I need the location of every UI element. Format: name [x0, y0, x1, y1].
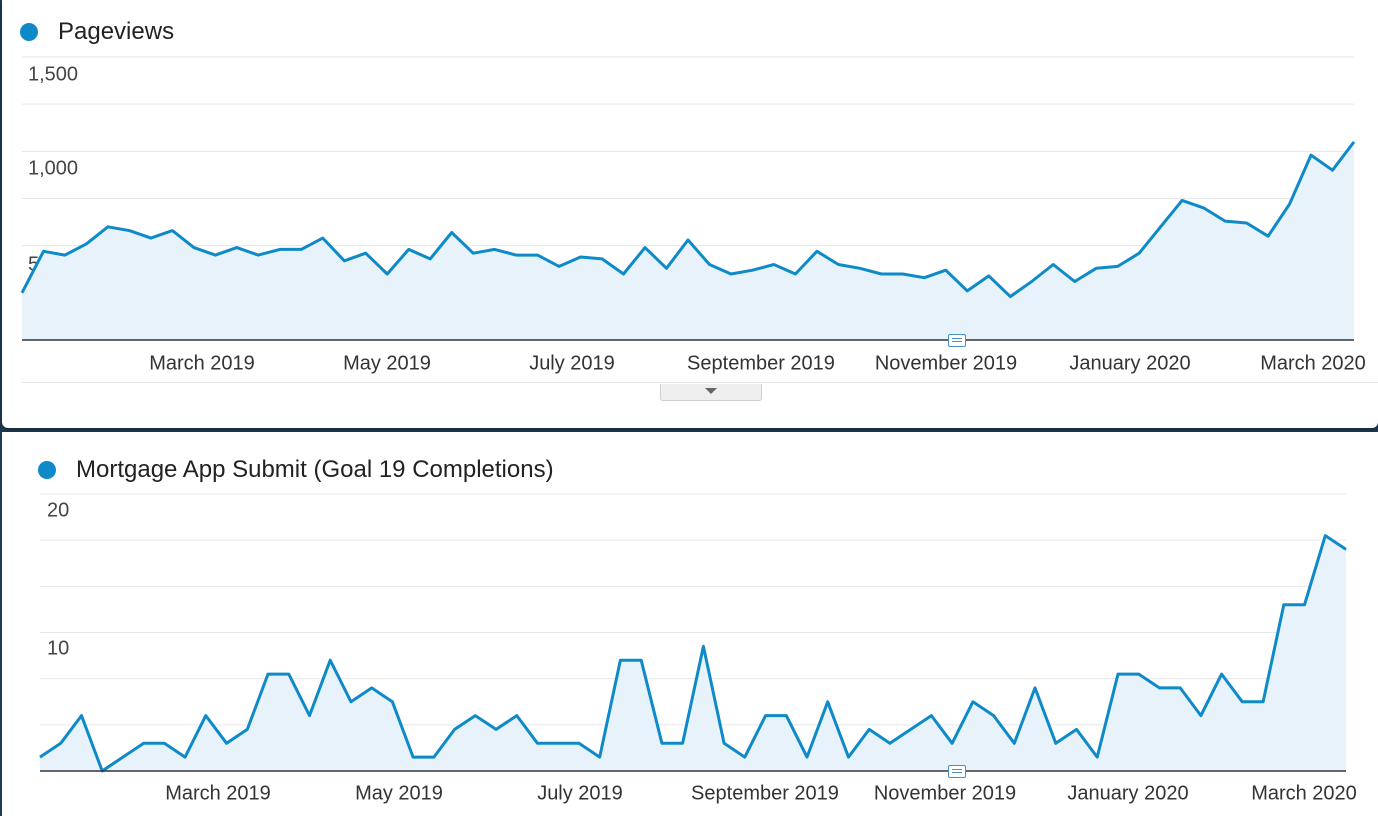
y-tick-label: 20: [47, 499, 69, 521]
x-tick-label: January 2020: [1069, 352, 1190, 374]
pageviews-panel: Pageviews 1,5001,000500March 2019May 201…: [2, 0, 1378, 428]
x-tick-label: November 2019: [875, 352, 1017, 374]
x-tick-label: September 2019: [691, 782, 839, 804]
y-tick-label: 10: [47, 637, 69, 659]
x-tick-label: March 2019: [149, 352, 255, 374]
x-tick-label: January 2020: [1067, 782, 1188, 804]
chevron-down-icon: [705, 388, 717, 394]
divider: [22, 382, 1378, 383]
annotation-icon[interactable]: [948, 334, 966, 347]
x-tick-label: March 2019: [165, 782, 271, 804]
collapse-chart-button[interactable]: [660, 384, 762, 401]
x-tick-label: November 2019: [874, 782, 1016, 804]
x-tick-label: May 2019: [343, 352, 431, 374]
x-tick-label: July 2019: [529, 352, 615, 374]
goal-panel: Mortgage App Submit (Goal 19 Completions…: [2, 432, 1378, 816]
annotation-icon[interactable]: [948, 765, 966, 778]
x-tick-label: May 2019: [355, 782, 443, 804]
pageviews-chart: 1,5001,000500March 2019May 2019July 2019…: [20, 56, 1366, 374]
y-tick-label: 1,500: [28, 63, 78, 85]
y-tick-label: 1,000: [28, 157, 78, 179]
x-tick-label: March 2020: [1251, 782, 1357, 804]
x-tick-label: July 2019: [537, 782, 623, 804]
x-tick-label: September 2019: [687, 352, 835, 374]
x-tick-label: March 2020: [1260, 352, 1366, 374]
goal-chart: 20 10 March 2019 May 2019 July 2019 September…: [39, 493, 1357, 804]
